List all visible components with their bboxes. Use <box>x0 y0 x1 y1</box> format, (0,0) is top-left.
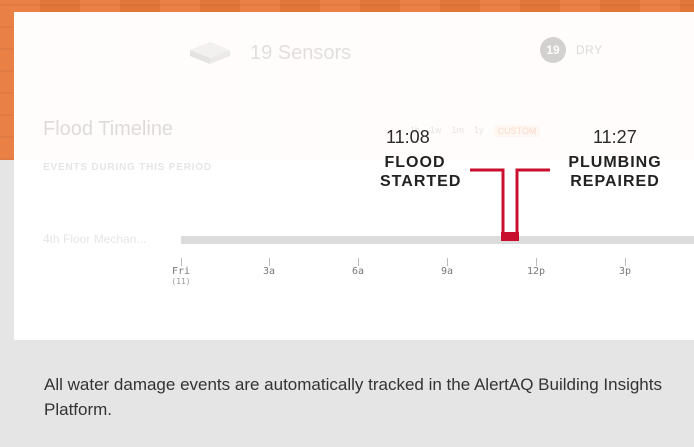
flood-end-label: PLUMBING REPAIRED <box>568 154 662 190</box>
flood-end-time: 11:27 <box>593 127 637 147</box>
flood-start-time: 11:08 <box>386 127 430 147</box>
flood-start-label: FLOOD STARTED <box>380 154 462 190</box>
caption-text: All water damage events are automaticall… <box>44 375 662 419</box>
